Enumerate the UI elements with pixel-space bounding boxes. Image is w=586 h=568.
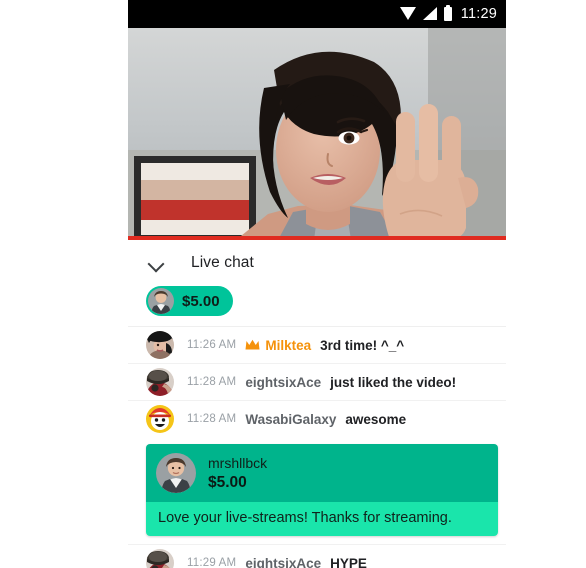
- chat-message-row[interactable]: 11:26 AM Milktea 3rd time! ^_^: [128, 326, 506, 363]
- live-chat-title: Live chat: [191, 254, 254, 271]
- message-timestamp: 11:26 AM: [187, 339, 237, 351]
- chat-message-row[interactable]: 11:28 AM eightsixAce just liked the vide…: [128, 363, 506, 400]
- mrshllbck-avatar: [148, 288, 174, 314]
- chat-message-row[interactable]: 11:29 AM eightsixAce HYPE: [128, 544, 506, 568]
- super-chat-header: mrshllbck $5.00: [146, 444, 498, 502]
- message-text: HYPE: [330, 555, 367, 568]
- status-bar-clock: 11:29: [460, 6, 497, 22]
- status-bar: 11:29: [128, 0, 506, 28]
- super-chat-meta: mrshllbck $5.00: [208, 454, 267, 493]
- eightsixace-avatar: [146, 368, 174, 396]
- chat-message-row[interactable]: 11:28 AM WasabiGalaxy awesome: [128, 400, 506, 437]
- status-icons: [399, 4, 452, 21]
- avatar: [156, 453, 196, 493]
- superchat-ticker: $5.00: [128, 283, 506, 326]
- chevron-down-icon[interactable]: [148, 254, 166, 272]
- video-player[interactable]: [128, 28, 506, 240]
- crown-icon: [245, 339, 260, 351]
- super-chat-author: mrshllbck: [208, 454, 268, 471]
- message-text: 3rd time! ^_^: [320, 337, 405, 353]
- message-text: awesome: [345, 411, 407, 427]
- ticker-pill-mrshllbck[interactable]: $5.00: [146, 286, 233, 316]
- message-timestamp: 11:28 AM: [187, 413, 237, 425]
- avatar: [148, 288, 174, 314]
- message-author[interactable]: Milktea: [265, 338, 311, 353]
- video-progress-bar[interactable]: [128, 236, 506, 240]
- phone-screen: 11:29 Live chat $5.00 11:26 AM Milktea 3…: [128, 0, 506, 568]
- message-timestamp: 11:28 AM: [187, 376, 237, 388]
- message-timestamp: 11:29 AM: [187, 557, 237, 568]
- avatar: [146, 331, 174, 359]
- milktea-avatar: [146, 331, 174, 359]
- mrshllbck-avatar: [156, 453, 196, 493]
- avatar: [146, 549, 174, 568]
- message-text: just liked the video!: [330, 374, 457, 390]
- video-frame: [128, 28, 506, 240]
- message-author[interactable]: eightsixAce: [245, 375, 321, 390]
- cell-signal-icon: [422, 7, 437, 20]
- ticker-pill-amount: $5.00: [182, 292, 220, 310]
- message-author[interactable]: WasabiGalaxy: [245, 412, 336, 427]
- avatar: [146, 405, 174, 433]
- avatar: [146, 368, 174, 396]
- wasabigalaxy-avatar: [146, 405, 174, 433]
- wifi-icon: [399, 7, 416, 20]
- message-author[interactable]: eightsixAce: [245, 556, 321, 568]
- battery-icon: [443, 4, 452, 21]
- super-chat-message: Love your live-streams! Thanks for strea…: [146, 502, 498, 536]
- super-chat-amount: $5.00: [208, 473, 247, 491]
- super-chat-card[interactable]: mrshllbck $5.00 Love your live-streams! …: [146, 444, 498, 536]
- eightsixace-avatar: [146, 549, 174, 568]
- live-chat-header[interactable]: Live chat: [128, 243, 506, 283]
